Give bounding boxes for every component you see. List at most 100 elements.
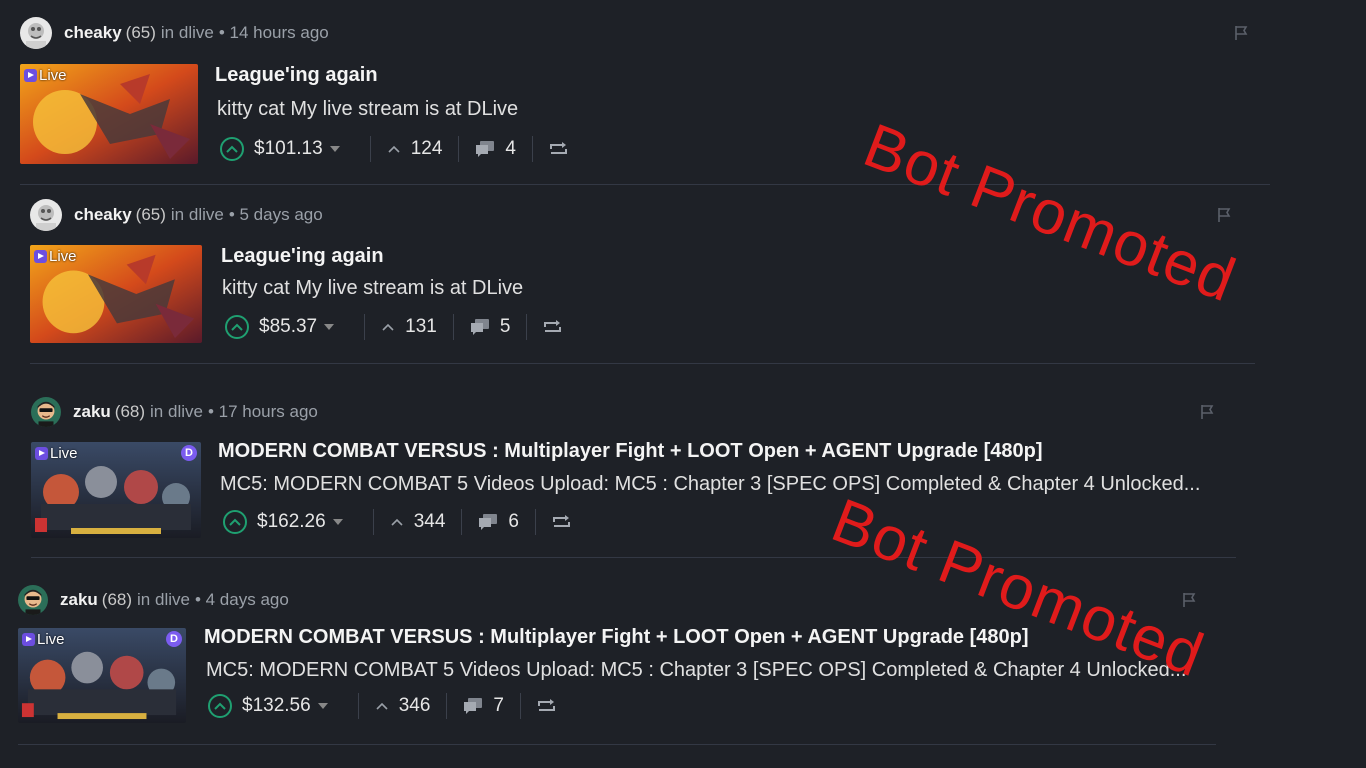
post-thumbnail[interactable]: Live bbox=[30, 245, 202, 343]
reblog-icon[interactable] bbox=[552, 514, 572, 530]
reblog-icon[interactable] bbox=[543, 319, 563, 335]
flag-icon[interactable] bbox=[1215, 206, 1233, 224]
post-header: cheaky (65) in dlive • 14 hours ago bbox=[20, 16, 329, 50]
flag-icon[interactable] bbox=[1180, 591, 1198, 609]
divider bbox=[372, 509, 374, 535]
divider bbox=[446, 693, 448, 719]
post-actions: $85.37 131 5 bbox=[225, 312, 563, 342]
post-actions: $162.26 344 6 bbox=[223, 507, 572, 537]
divider bbox=[526, 314, 528, 340]
author-name[interactable]: cheaky bbox=[64, 23, 122, 43]
post-community[interactable]: in dlive bbox=[137, 590, 190, 610]
upvote-icon[interactable] bbox=[223, 510, 247, 534]
upvote-icon[interactable] bbox=[208, 694, 232, 718]
live-label: Live bbox=[50, 445, 78, 462]
divider bbox=[531, 136, 533, 162]
live-badge: Live bbox=[34, 248, 77, 265]
post-time: • 5 days ago bbox=[228, 205, 323, 224]
author-reputation: (65) bbox=[135, 205, 166, 224]
post-time: • 4 days ago bbox=[194, 590, 289, 609]
post-community[interactable]: in dlive bbox=[150, 402, 203, 422]
comment-count[interactable]: 4 bbox=[505, 138, 516, 160]
post-item: cheaky (65) in dlive • 5 days ago Live L… bbox=[30, 198, 1255, 364]
dlive-logo-icon: D bbox=[181, 445, 197, 461]
post-community[interactable]: in dlive bbox=[171, 205, 224, 225]
post-community[interactable]: in dlive bbox=[161, 23, 214, 43]
payout-value[interactable]: $162.26 bbox=[257, 511, 326, 533]
chevron-up-icon[interactable] bbox=[381, 320, 395, 334]
live-badge: Live bbox=[24, 67, 67, 84]
post-actions: $101.13 124 4 bbox=[220, 134, 569, 164]
post-title[interactable]: MODERN COMBAT VERSUS : Multiplayer Fight… bbox=[218, 440, 1043, 463]
comments-icon[interactable] bbox=[470, 318, 490, 336]
post-thumbnail[interactable]: Live D bbox=[18, 628, 186, 723]
upvote-icon[interactable] bbox=[220, 137, 244, 161]
post-title[interactable]: League'ing again bbox=[221, 245, 384, 268]
divider bbox=[357, 693, 359, 719]
divider bbox=[458, 136, 460, 162]
payout-value[interactable]: $101.13 bbox=[254, 138, 323, 160]
post-item: zaku (68) in dlive • 17 hours ago Live D… bbox=[31, 395, 1236, 558]
live-badge: Live bbox=[35, 445, 78, 462]
live-badge-icon bbox=[24, 69, 37, 82]
dlive-logo-icon: D bbox=[166, 631, 182, 647]
caret-down-icon[interactable] bbox=[332, 519, 343, 525]
post-item: cheaky (65) in dlive • 14 hours ago Live… bbox=[20, 16, 1270, 185]
live-badge: Live bbox=[22, 631, 65, 648]
comments-icon[interactable] bbox=[475, 140, 495, 158]
post-summary[interactable]: kitty cat My live stream is at DLive bbox=[222, 277, 1222, 300]
chevron-up-icon[interactable] bbox=[390, 515, 404, 529]
post-thumbnail[interactable]: Live D bbox=[31, 442, 201, 538]
comment-count[interactable]: 5 bbox=[500, 316, 511, 338]
vote-count[interactable]: 131 bbox=[405, 316, 437, 338]
comments-icon[interactable] bbox=[463, 697, 483, 715]
post-title[interactable]: League'ing again bbox=[215, 64, 378, 87]
post-item: zaku (68) in dlive • 4 days ago Live D M… bbox=[18, 583, 1216, 745]
post-header: zaku (68) in dlive • 4 days ago bbox=[18, 583, 289, 617]
post-actions: $132.56 346 7 bbox=[208, 691, 557, 721]
avatar[interactable] bbox=[31, 397, 61, 427]
vote-count[interactable]: 124 bbox=[411, 138, 443, 160]
vote-count[interactable]: 344 bbox=[414, 511, 446, 533]
divider bbox=[369, 136, 371, 162]
comment-count[interactable]: 7 bbox=[493, 695, 504, 717]
post-summary[interactable]: kitty cat My live stream is at DLive bbox=[217, 98, 1217, 121]
divider bbox=[452, 314, 454, 340]
post-title[interactable]: MODERN COMBAT VERSUS : Multiplayer Fight… bbox=[204, 626, 1029, 649]
live-label: Live bbox=[37, 631, 65, 648]
reblog-icon[interactable] bbox=[549, 141, 569, 157]
post-feed: cheaky (65) in dlive • 14 hours ago Live… bbox=[0, 0, 1366, 768]
post-header: cheaky (65) in dlive • 5 days ago bbox=[30, 198, 323, 232]
upvote-icon[interactable] bbox=[225, 315, 249, 339]
payout-value[interactable]: $85.37 bbox=[259, 316, 317, 338]
flag-icon[interactable] bbox=[1232, 24, 1250, 42]
divider bbox=[534, 509, 536, 535]
caret-down-icon[interactable] bbox=[324, 324, 335, 330]
comments-icon[interactable] bbox=[478, 513, 498, 531]
caret-down-icon[interactable] bbox=[317, 703, 328, 709]
flag-icon[interactable] bbox=[1198, 403, 1216, 421]
author-name[interactable]: zaku bbox=[60, 590, 98, 610]
chevron-up-icon[interactable] bbox=[387, 142, 401, 156]
chevron-up-icon[interactable] bbox=[375, 699, 389, 713]
caret-down-icon[interactable] bbox=[329, 146, 340, 152]
live-label: Live bbox=[39, 67, 67, 84]
avatar[interactable] bbox=[30, 199, 62, 231]
live-badge-icon bbox=[22, 633, 35, 646]
comment-count[interactable]: 6 bbox=[508, 511, 519, 533]
post-summary[interactable]: MC5: MODERN COMBAT 5 Videos Upload: MC5 … bbox=[220, 473, 1232, 496]
post-thumbnail[interactable]: Live bbox=[20, 64, 198, 164]
live-badge-icon bbox=[34, 250, 47, 263]
reblog-icon[interactable] bbox=[537, 698, 557, 714]
author-name[interactable]: cheaky bbox=[74, 205, 132, 225]
author-reputation: (65) bbox=[125, 23, 156, 42]
avatar[interactable] bbox=[20, 17, 52, 49]
avatar[interactable] bbox=[18, 585, 48, 615]
post-summary[interactable]: MC5: MODERN COMBAT 5 Videos Upload: MC5 … bbox=[206, 659, 1211, 682]
payout-value[interactable]: $132.56 bbox=[242, 695, 311, 717]
author-reputation: (68) bbox=[114, 402, 146, 421]
post-header: zaku (68) in dlive • 17 hours ago bbox=[31, 395, 318, 429]
vote-count[interactable]: 346 bbox=[399, 695, 431, 717]
divider bbox=[461, 509, 463, 535]
author-name[interactable]: zaku bbox=[73, 402, 111, 422]
